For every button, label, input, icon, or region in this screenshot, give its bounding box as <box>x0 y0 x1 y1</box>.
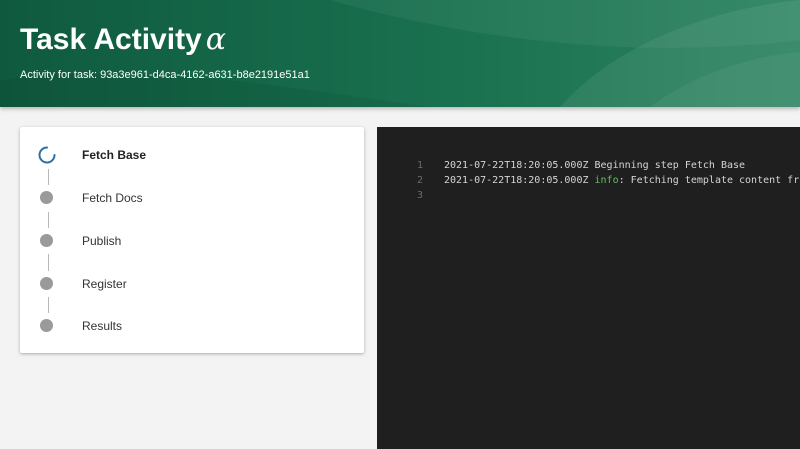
pending-dot-icon <box>40 277 53 290</box>
pending-dot-icon <box>40 234 53 247</box>
step-results[interactable]: Results <box>38 314 338 338</box>
step-fetch-base[interactable]: Fetch Base <box>38 143 338 167</box>
task-subtitle: Activity for task: 93a3e961-d4ca-4162-a6… <box>20 69 310 81</box>
step-fetch-docs[interactable]: Fetch Docs <box>38 186 338 210</box>
step-label: Publish <box>82 234 122 248</box>
page-title-text: Task Activity <box>20 23 202 56</box>
log-line: 2 2021-07-22T18:20:05.000Z info: Fetchin… <box>377 173 800 188</box>
step-label: Register <box>82 277 127 291</box>
step-label: Fetch Docs <box>82 191 143 205</box>
line-number: 1 <box>416 160 423 171</box>
page-title: Task Activity α <box>20 22 226 58</box>
page-header: Task Activity α Activity for task: 93a3e9… <box>0 0 800 107</box>
steps-card: Fetch Base Fetch Docs Publish Register R… <box>20 127 364 353</box>
pending-dot-icon <box>40 191 53 204</box>
log-viewer[interactable]: 1 2021-07-22T18:20:05.000Z Beginning ste… <box>377 127 800 449</box>
step-connector <box>48 297 49 313</box>
log-text: 2021-07-22T18:20:05.000Z Beginning step … <box>444 158 745 173</box>
log-line: 3 <box>377 188 800 203</box>
step-connector <box>48 169 49 185</box>
line-number: 3 <box>416 190 423 201</box>
log-line: 1 2021-07-22T18:20:05.000Z Beginning ste… <box>377 158 800 173</box>
alpha-symbol: α <box>205 22 227 57</box>
step-publish[interactable]: Publish <box>38 229 338 253</box>
log-timestamp: 2021-07-22T18:20:05.000Z <box>444 175 595 186</box>
step-label: Fetch Base <box>82 148 147 162</box>
log-message: : Fetching template content from r <box>618 175 800 186</box>
log-text: 2021-07-22T18:20:05.000Z info: Fetching … <box>444 173 800 188</box>
log-message: 2021-07-22T18:20:05.000Z Beginning step … <box>444 160 746 171</box>
step-register[interactable]: Register <box>38 272 338 296</box>
log-level: info <box>594 175 619 186</box>
step-connector <box>48 254 49 271</box>
line-number: 2 <box>416 175 423 186</box>
step-connector <box>48 212 49 228</box>
pending-dot-icon <box>40 319 53 332</box>
step-label: Results <box>82 319 123 333</box>
spinner-icon <box>38 146 56 164</box>
